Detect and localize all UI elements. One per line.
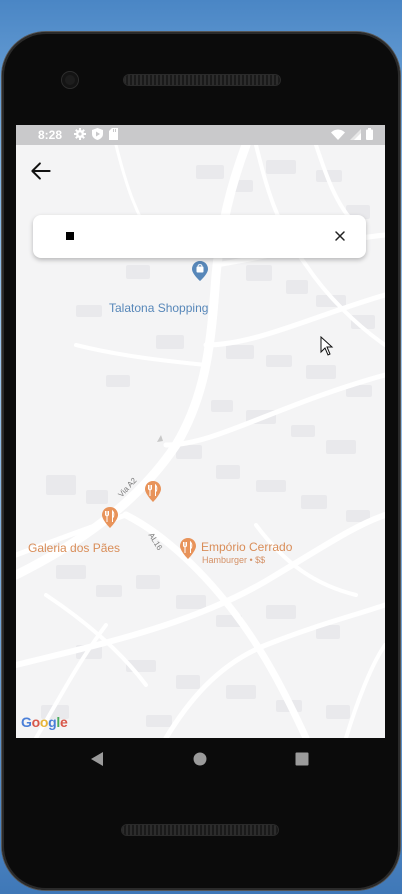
wifi-icon (331, 129, 345, 140)
bottom-speaker-grille (122, 825, 278, 835)
device-screen: 8:28 Talatona Shopping Galeria dos Pães … (16, 125, 385, 738)
status-bar: 8:28 (16, 125, 385, 145)
close-icon[interactable] (332, 228, 348, 244)
place-label-emporio[interactable]: Empório Cerrado (201, 540, 292, 554)
google-attribution-logo: Google (21, 714, 68, 730)
search-input[interactable] (63, 225, 317, 251)
front-camera (62, 72, 78, 88)
place-label-galeria[interactable]: Galeria dos Pães (28, 541, 120, 555)
shield-play-icon (92, 128, 103, 140)
text-cursor (66, 232, 74, 240)
place-label-talatona[interactable]: Talatona Shopping (109, 301, 208, 315)
search-card (33, 215, 366, 258)
navigation-bar (16, 738, 385, 784)
mouse-pointer-icon (320, 336, 334, 356)
signal-icon (350, 128, 361, 140)
sd-card-icon (109, 128, 118, 140)
gear-icon (74, 128, 86, 140)
status-time: 8:28 (38, 128, 63, 142)
place-subtitle-emporio: Hamburger • $$ (202, 555, 266, 565)
circle-home-icon[interactable] (193, 752, 207, 766)
battery-icon (366, 128, 373, 140)
back-arrow-icon[interactable] (28, 158, 54, 184)
top-speaker-grille (124, 75, 280, 85)
square-recents-icon[interactable] (295, 752, 309, 766)
triangle-back-icon[interactable] (90, 751, 104, 767)
